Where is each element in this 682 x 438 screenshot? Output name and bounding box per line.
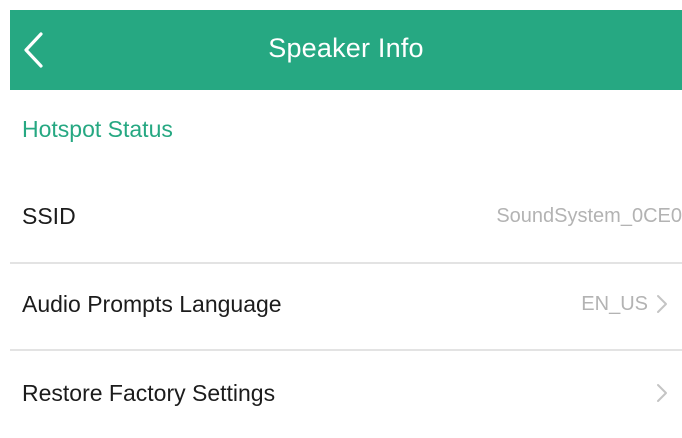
chevron-right-icon [656, 383, 668, 403]
ssid-value: SoundSystem_0CE0 [496, 205, 682, 227]
audio-prompts-language-value: EN_US [581, 293, 648, 315]
settings-list: Hotspot Status SSID SoundSystem_0CE0 Aud… [10, 90, 682, 438]
nav-bar: Speaker Info [10, 10, 682, 90]
audio-prompts-language-row[interactable]: Audio Prompts Language EN_US [10, 263, 682, 345]
divider [10, 349, 682, 351]
page-title: Speaker Info [268, 33, 424, 63]
chevron-right-icon [656, 294, 668, 314]
audio-prompts-language-label: Audio Prompts Language [22, 291, 282, 317]
section-header-hotspot-status: Hotspot Status [22, 116, 173, 142]
ssid-label: SSID [22, 203, 76, 229]
speaker-info-screen: Speaker Info Hotspot Status SSID SoundSy… [0, 0, 682, 438]
restore-factory-settings-row[interactable]: Restore Factory Settings [10, 352, 682, 434]
restore-factory-settings-label: Restore Factory Settings [22, 380, 276, 406]
ssid-row: SSID SoundSystem_0CE0 [10, 175, 682, 257]
